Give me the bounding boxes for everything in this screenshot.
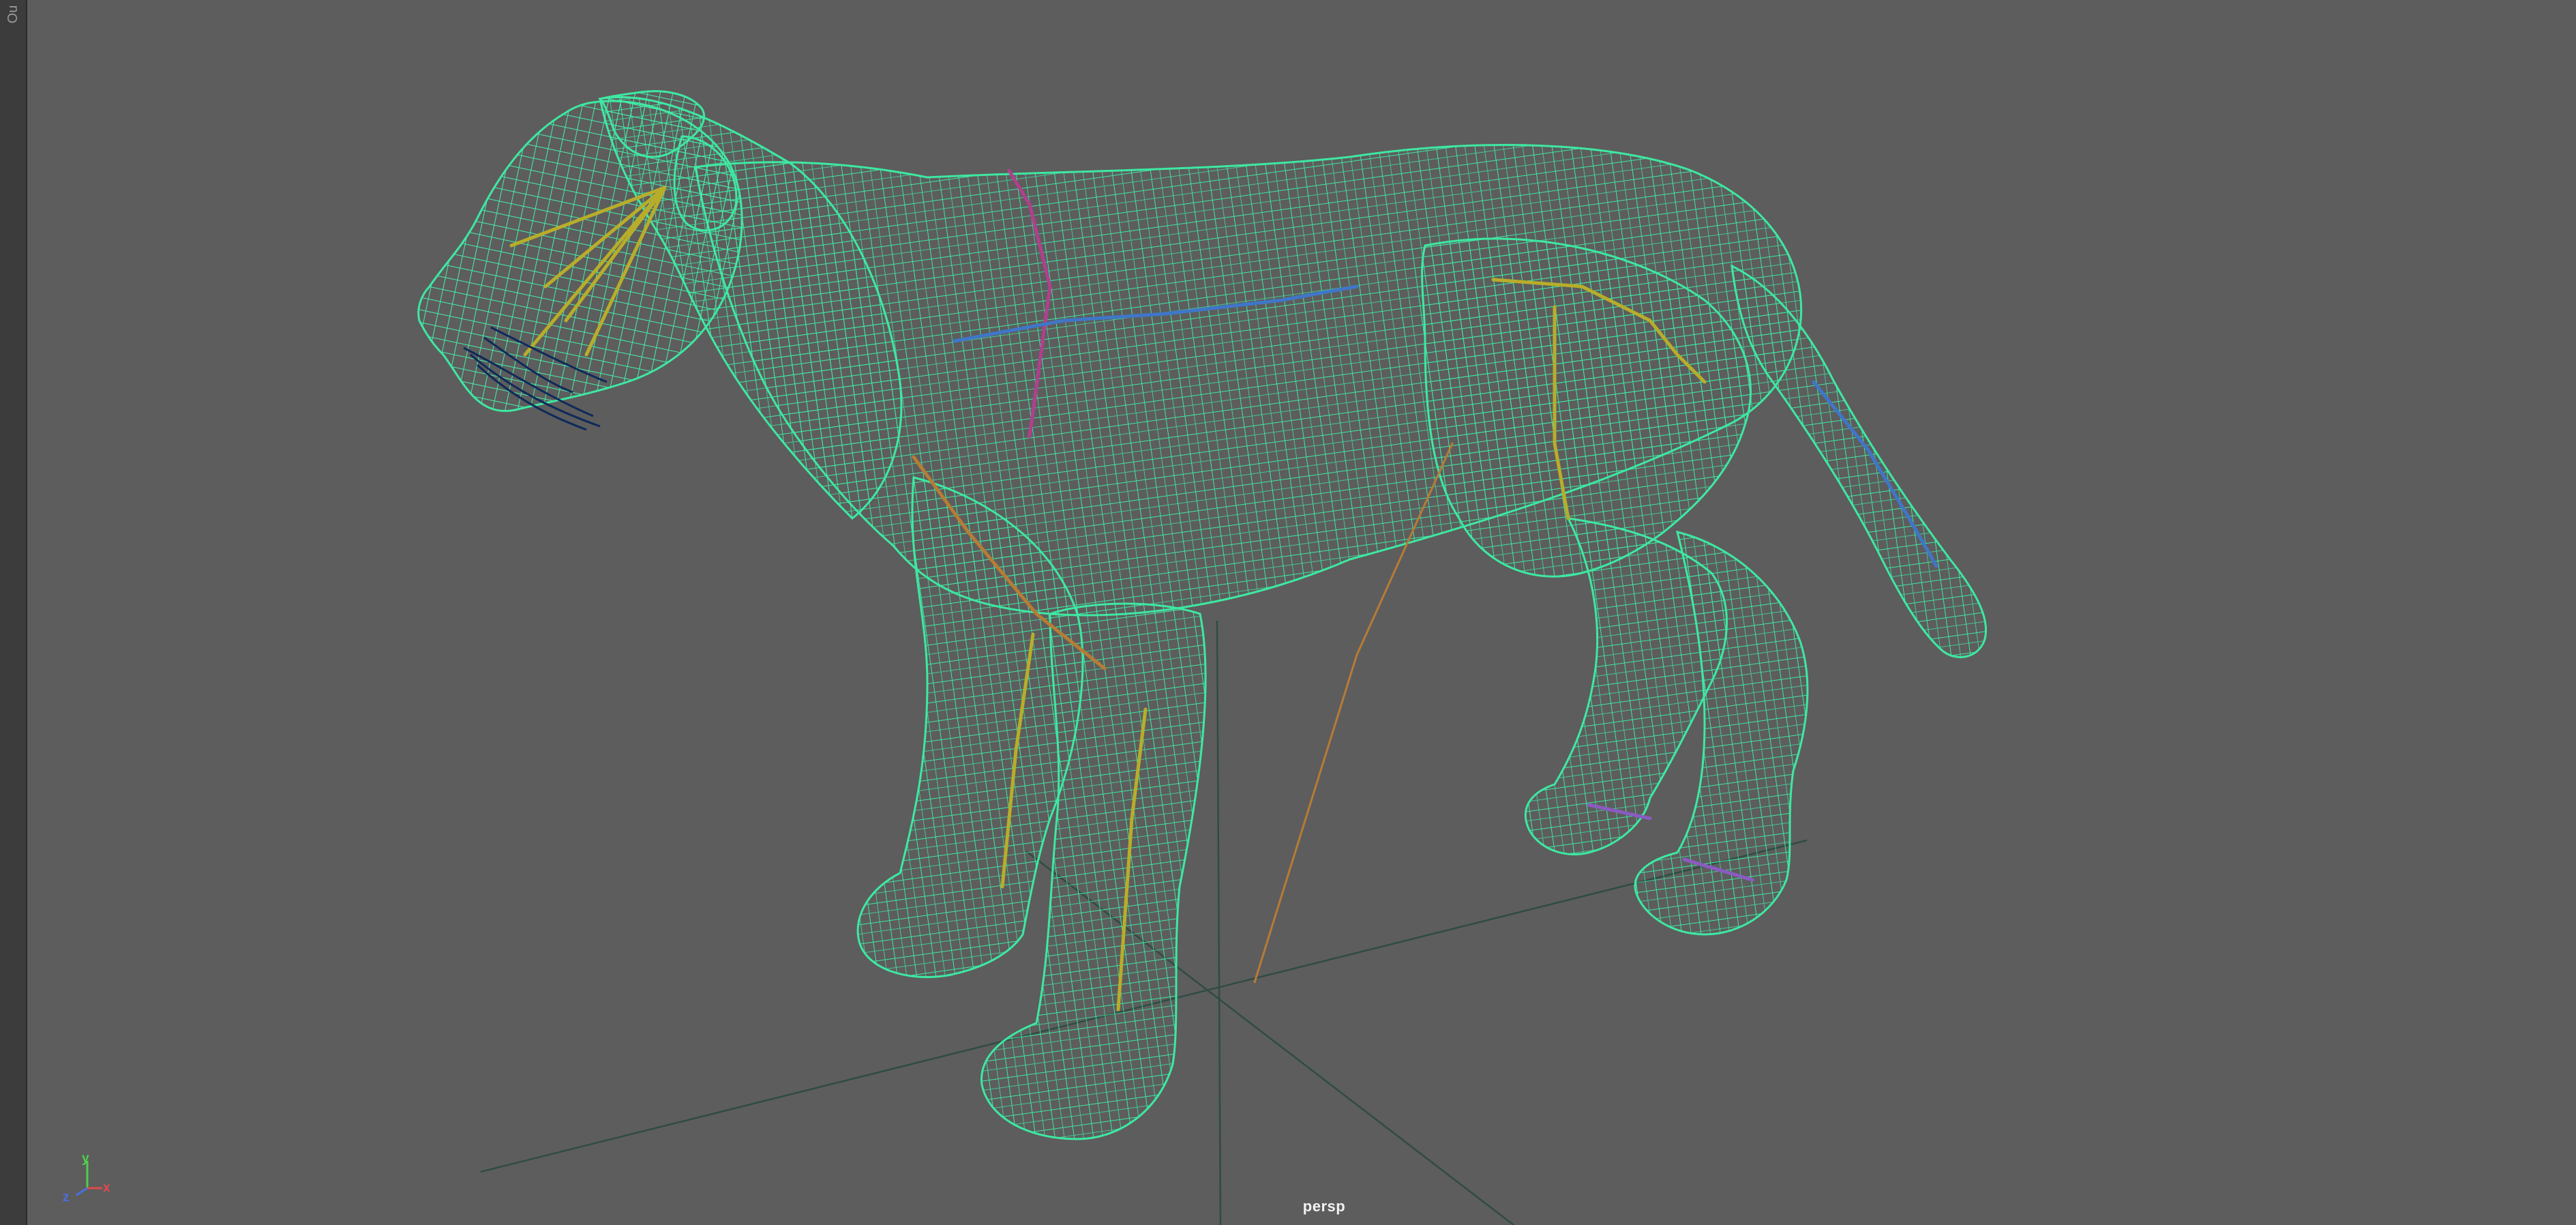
outliner-tab[interactable]: Ou bbox=[1, 3, 25, 26]
maya-application: Ou persp y x z bbox=[0, 0, 2576, 1225]
viewport-scene[interactable] bbox=[27, 0, 2576, 1225]
outliner-collapsed-panel[interactable]: Ou bbox=[0, 0, 27, 1225]
z-axis-label: z bbox=[63, 1190, 70, 1205]
axis-gizmo: y x z bbox=[40, 1151, 115, 1207]
x-axis-label: x bbox=[103, 1181, 110, 1195]
axis-gizmo-icon bbox=[76, 1161, 102, 1196]
camera-label: persp bbox=[1302, 1198, 1346, 1215]
y-axis-label: y bbox=[82, 1151, 89, 1166]
perspective-viewport[interactable]: persp y x z bbox=[27, 0, 2576, 1225]
leopard-wireframe-mesh[interactable] bbox=[417, 90, 1988, 1140]
